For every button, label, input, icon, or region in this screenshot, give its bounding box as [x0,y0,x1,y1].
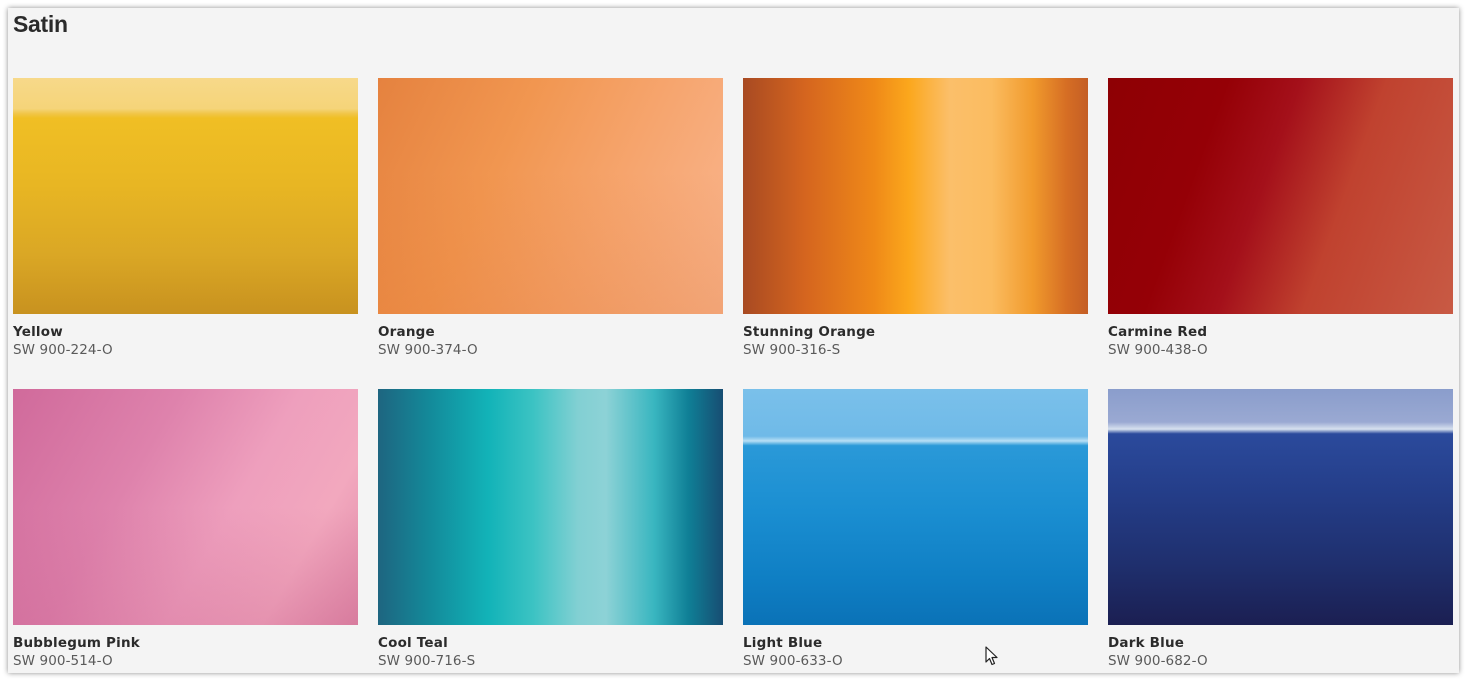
satin-color-gallery: Satin Yellow SW 900-224-O Orange SW 900-… [8,8,1459,673]
color-name[interactable]: Stunning Orange [743,324,1088,341]
color-card-carmine-red[interactable]: Carmine Red SW 900-438-O [1108,78,1453,389]
color-code: SW 900-682-O [1108,653,1208,669]
color-card-dark-blue[interactable]: Dark Blue SW 900-682-O [1108,389,1453,673]
color-card-orange[interactable]: Orange SW 900-374-O [378,78,723,389]
color-swatch-orange[interactable] [378,78,723,314]
color-name[interactable]: Dark Blue [1108,635,1453,652]
color-swatch-carmine-red[interactable] [1108,78,1453,314]
color-name[interactable]: Light Blue [743,635,1088,652]
color-card-cool-teal[interactable]: Cool Teal SW 900-716-S [378,389,723,673]
color-card-bubblegum-pink[interactable]: Bubblegum Pink SW 900-514-O [13,389,358,673]
color-code: SW 900-633-O [743,653,843,669]
color-code: SW 900-316-S [743,342,841,358]
color-code: SW 900-374-O [378,342,478,358]
color-swatch-cool-teal[interactable] [378,389,723,625]
color-swatch-stunning-orange[interactable] [743,78,1088,314]
color-name[interactable]: Cool Teal [378,635,723,652]
mouse-pointer-icon [985,646,998,666]
color-code: SW 900-224-O [13,342,113,358]
section-title: Satin [13,11,68,37]
color-swatch-dark-blue[interactable] [1108,389,1453,625]
color-code: SW 900-438-O [1108,342,1208,358]
color-card-light-blue[interactable]: Light Blue SW 900-633-O [743,389,1088,673]
color-name[interactable]: Carmine Red [1108,324,1453,341]
color-swatch-yellow[interactable] [13,78,358,314]
color-card-yellow[interactable]: Yellow SW 900-224-O [13,78,358,389]
color-swatch-light-blue[interactable] [743,389,1088,625]
color-card-stunning-orange[interactable]: Stunning Orange SW 900-316-S [743,78,1088,389]
color-name[interactable]: Orange [378,324,723,341]
color-name[interactable]: Yellow [13,324,358,341]
color-code: SW 900-514-O [13,653,113,669]
color-code: SW 900-716-S [378,653,476,669]
color-grid: Yellow SW 900-224-O Orange SW 900-374-O … [13,78,1453,673]
color-swatch-bubblegum-pink[interactable] [13,389,358,625]
color-name[interactable]: Bubblegum Pink [13,635,358,652]
